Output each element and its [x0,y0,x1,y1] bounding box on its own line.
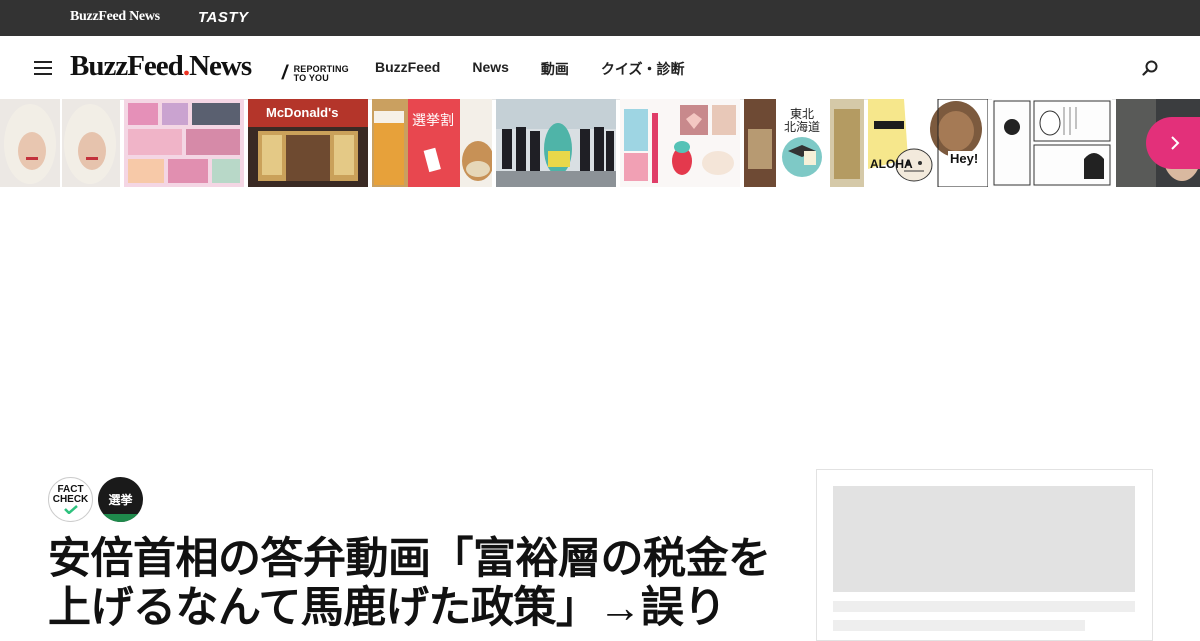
thumbnail-group-photo[interactable] [496,99,616,187]
thumbnail-aloha-comic[interactable]: ALOHA Hey! [868,99,988,187]
sidebar-placeholder-card [816,469,1153,641]
headline-line1: 安倍首相の答弁動画「富裕層の税金を [48,535,771,583]
hamburger-menu-icon[interactable] [34,61,52,75]
thumbnail-manga-image [992,99,1112,187]
top-brand-bar: BuzzFeed News TASTY [0,0,1200,36]
election-badge-label: 選挙 [108,493,133,507]
thumbnail-aloha-label: ALOHA [870,157,913,171]
thumbnail-cosmetics-image [620,99,740,187]
thumbnail-election-sale[interactable]: 選挙割 [372,99,492,187]
tagline-slash: / [280,62,290,84]
thumbnail-mcdonalds-label: McDonald's [266,105,339,120]
thumbnail-mcdonalds[interactable]: McDonald's [248,99,368,187]
thumbnail-hey-label: Hey! [948,151,981,166]
nav-item-buzzfeed[interactable]: BuzzFeed [375,59,440,79]
thumbnail-cosmetics[interactable] [620,99,740,187]
thumbnail-tohoku-label-line2: 北海道 [784,120,821,134]
thumbnail-tohoku-hokkaido[interactable]: 東北 北海道 [744,99,864,187]
thumbnail-aloha-comic-image [868,99,988,187]
buzzfeed-news-brand-link[interactable]: BuzzFeed News [70,9,160,25]
tasty-brand-link[interactable]: TASTY [198,9,249,26]
tagline: / REPORTING TO YOU [280,62,354,85]
thumbnail-collage-image [124,99,244,187]
nav-item-video[interactable]: 動画 [541,59,569,79]
thumbnail-celebrity-image [0,99,120,187]
main-nav: BuzzFeed News 動画 クイズ・診断 [375,59,717,79]
election-badge-stripe [98,514,143,522]
article-badges: FACT CHECK 選挙 [48,477,143,522]
tagline-text: REPORTING TO YOU [293,64,354,83]
checkmark-icon [63,505,78,514]
headline-line2: 上げるなんて馬鹿げた政策」→誤り [48,584,726,632]
carousel-next-button[interactable] [1146,117,1200,169]
chevron-right-icon [1171,136,1180,150]
fact-check-badge[interactable]: FACT CHECK [48,477,93,522]
trending-thumbnail-strip: McDonald's 選挙割 東北 北海道 ALOHA Hey! [0,99,1200,187]
search-icon[interactable] [1142,60,1158,76]
thumbnail-group-photo-image [496,99,616,187]
site-logo[interactable]: BuzzFeed.News [70,50,252,83]
article-headline: 安倍首相の答弁動画「富裕層の税金を 上げるなんて馬鹿げた政策」→誤り [48,535,788,633]
fact-check-badge-line2: CHECK [52,494,89,505]
election-badge[interactable]: 選挙 [98,477,143,522]
logo-main-text: BuzzFeed [70,50,184,82]
placeholder-text-line [833,601,1135,612]
logo-news-text: News [189,50,252,82]
tagline-line2: TO YOU [293,72,329,83]
placeholder-image [833,486,1135,592]
placeholder-text-line [833,620,1085,631]
thumbnail-celebrity[interactable] [0,99,120,187]
thumbnail-manga[interactable] [992,99,1112,187]
nav-item-quiz[interactable]: クイズ・診断 [601,59,685,79]
thumbnail-election-sale-label: 選挙割 [412,112,454,128]
site-header: BuzzFeed.News / REPORTING TO YOU BuzzFeed… [0,36,1200,100]
nav-item-news[interactable]: News [472,59,509,79]
thumbnail-collage[interactable] [124,99,244,187]
